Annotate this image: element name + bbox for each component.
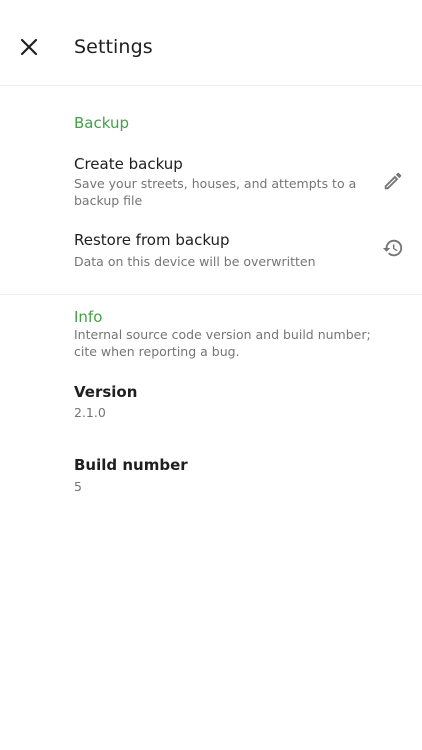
pencil-icon	[382, 170, 404, 196]
build-number-title: Build number	[74, 456, 188, 474]
create-backup-button[interactable]	[380, 170, 406, 196]
section-header-backup: Backup	[74, 114, 129, 132]
app-bar: Settings	[0, 0, 422, 86]
section-divider	[0, 294, 422, 295]
history-icon	[382, 237, 404, 263]
version-value: 2.1.0	[74, 405, 106, 420]
restore-backup-button[interactable]	[380, 237, 406, 263]
page-title: Settings	[74, 36, 153, 58]
create-backup-title: Create backup	[74, 155, 183, 173]
close-button[interactable]	[12, 32, 46, 66]
settings-screen: Settings Backup Create backup Save your …	[0, 0, 422, 750]
build-number-value: 5	[74, 479, 82, 494]
close-icon	[20, 38, 38, 60]
version-title: Version	[74, 383, 138, 401]
restore-backup-title: Restore from backup	[74, 231, 230, 249]
info-description: Internal source code version and build n…	[74, 327, 371, 359]
section-header-info: Info	[74, 308, 103, 326]
create-backup-subtitle: Save your streets, houses, and attempts …	[74, 176, 357, 208]
restore-backup-subtitle: Data on this device will be overwritten	[74, 254, 316, 269]
